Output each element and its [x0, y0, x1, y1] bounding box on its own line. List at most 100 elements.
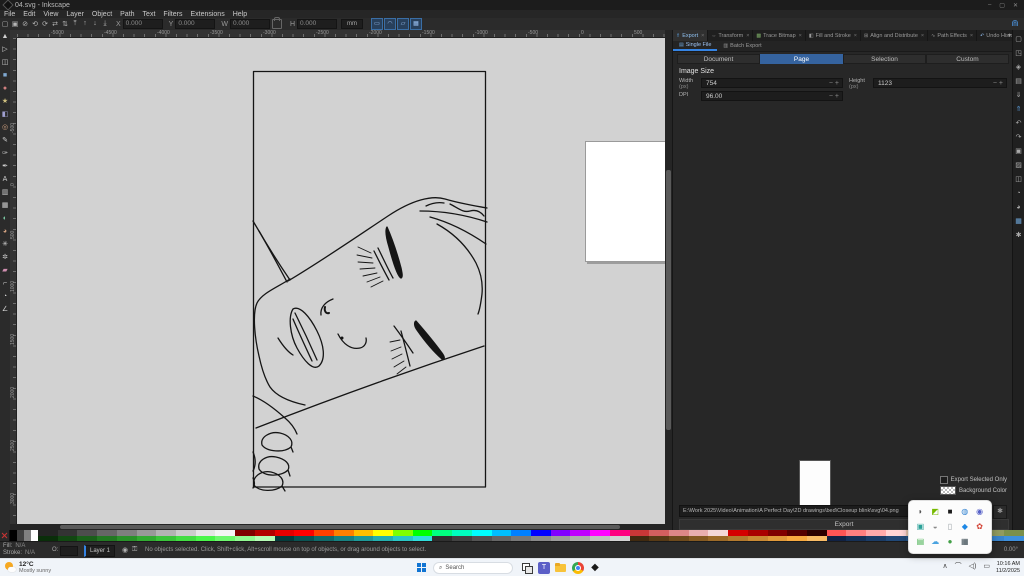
rotate-ccw-icon[interactable]: ⟲ [30, 20, 40, 28]
new-document-icon[interactable]: ▢ [1015, 33, 1022, 47]
dpi-steppers[interactable]: − + [829, 92, 839, 102]
task-view-icon[interactable] [521, 562, 533, 574]
nvidia-settings-icon[interactable]: ◩ [931, 507, 939, 517]
export-area-tab-page[interactable]: Page [760, 54, 843, 64]
background-color-swatch[interactable] [940, 486, 956, 495]
star-tool-icon[interactable]: ★ [2, 95, 8, 108]
scale-gradients-toggle-icon[interactable]: ▱ [397, 18, 409, 30]
measure-tool-icon[interactable]: ∠ [2, 303, 8, 316]
chevron-down-icon[interactable]: ▾ [1008, 32, 1011, 39]
rotate-cw-icon[interactable]: ⟳ [40, 20, 50, 28]
security-center-icon[interactable]: ✿ [976, 522, 983, 532]
menu-view[interactable]: View [39, 11, 62, 18]
connector-tool-icon[interactable]: ⌐ [3, 277, 7, 290]
recorder-icon[interactable]: ▦ [961, 537, 969, 547]
taskbar-clock[interactable]: 10:16 AM11/2/2025 [996, 561, 1020, 575]
snapping-toggle-icon[interactable]: ⋒ [1009, 18, 1021, 29]
teams-icon[interactable]: T [538, 562, 550, 574]
dialog-tab-transform[interactable]: ⇔Transform× [708, 30, 753, 41]
lower-to-bottom-icon[interactable]: ⤓ [100, 20, 110, 28]
undo-icon[interactable]: ↶ [1016, 117, 1022, 131]
redo-icon[interactable]: ↷ [1016, 131, 1022, 145]
save-document-icon[interactable]: ◈ [1016, 61, 1021, 75]
x-field[interactable]: 0.000 [123, 19, 163, 29]
w-field[interactable]: 0.000 [230, 19, 270, 29]
flip-horizontal-icon[interactable]: ⇄ [50, 20, 60, 28]
dialog-tab-export[interactable]: ⇑Export× [673, 30, 708, 41]
import-icon[interactable]: ⇓ [1016, 89, 1022, 103]
deselect-icon[interactable]: ⊘ [20, 20, 30, 28]
horizontal-ruler[interactable]: -5000-4500-4000-3500-3000-2500-2000-1500… [17, 30, 665, 38]
face-drawing[interactable] [17, 38, 665, 524]
mode-tab-batch-export[interactable]: ▥Batch Export [717, 41, 767, 51]
no-color-swatch[interactable] [0, 530, 10, 541]
raise-icon[interactable]: ↑ [80, 20, 90, 28]
dialog-tab-align-and-distribute[interactable]: ⊞Align and Distribute× [861, 30, 928, 41]
export-options-gear-icon[interactable]: ✱ [993, 505, 1007, 519]
palette-swatch[interactable] [17, 530, 24, 541]
taskbar-search[interactable]: ⌕ Search [433, 562, 513, 574]
scale-corners-toggle-icon[interactable]: ◠ [384, 18, 396, 30]
menu-filters[interactable]: Filters [159, 11, 186, 18]
fill-stroke-indicator[interactable]: Fill:N/A Stroke:N/A [3, 543, 35, 557]
menu-extensions[interactable]: Extensions [186, 11, 228, 18]
horizontal-scrollbar-thumb[interactable] [60, 525, 620, 529]
selector-tool-icon[interactable]: ▲ [2, 30, 9, 43]
calligraphy-tool-icon[interactable]: ✒ [2, 160, 8, 173]
palette-swatch[interactable] [31, 530, 38, 541]
lower-icon[interactable]: ↓ [90, 20, 100, 28]
hidden-icons-chevron[interactable]: ∧ [943, 562, 948, 570]
mouse-utility-icon[interactable]: ◗ [918, 507, 923, 517]
export-area-tab-selection[interactable]: Selection [843, 54, 926, 64]
dialog-tab-path-effects[interactable]: ∿Path Effects× [928, 30, 977, 41]
vpn-client-icon[interactable]: ● [948, 537, 953, 547]
volume-icon[interactable]: ◁) [969, 562, 977, 570]
minimize-button[interactable]: – [988, 2, 991, 9]
onedrive-icon[interactable]: ☁ [931, 537, 939, 547]
inkscape-taskbar-icon[interactable]: ◆ [589, 562, 601, 574]
input-switcher-icon[interactable]: ◒ [933, 522, 938, 532]
export-selected-only-checkbox[interactable] [940, 476, 948, 484]
menu-path[interactable]: Path [116, 11, 138, 18]
network-icon[interactable]: ⌒ [955, 561, 962, 571]
phone-link-icon[interactable]: ▯ [948, 522, 952, 532]
file-explorer-icon[interactable] [555, 562, 567, 574]
weather-widget[interactable]: 12°CMostly sunny [5, 561, 51, 574]
close-tab-icon[interactable]: × [746, 33, 749, 39]
select-all-layers-icon[interactable]: ▣ [10, 20, 20, 28]
scale-stroke-toggle-icon[interactable]: ▭ [371, 18, 383, 30]
close-tab-icon[interactable]: × [970, 33, 973, 39]
bezier-tool-icon[interactable]: ✑ [2, 147, 8, 160]
close-button[interactable]: ✕ [1013, 2, 1018, 9]
close-tab-icon[interactable]: × [701, 33, 704, 39]
menu-text[interactable]: Text [139, 11, 160, 18]
raise-to-top-icon[interactable]: ⤒ [70, 20, 80, 28]
gradient-tool-icon[interactable]: ▥ [2, 186, 9, 199]
copy-icon[interactable]: ▣ [1015, 145, 1022, 159]
mode-tab-single-file[interactable]: ▤Single File [673, 41, 717, 51]
sync-client-icon[interactable]: ▤ [917, 537, 925, 547]
layer-visibility-eye-icon[interactable]: ◉ [122, 546, 128, 554]
preferences-icon[interactable]: ✱ [1016, 229, 1022, 243]
update-service-icon[interactable]: ◍ [961, 507, 968, 517]
close-tab-icon[interactable]: × [921, 33, 924, 39]
palette-swatch[interactable] [10, 530, 17, 541]
select-all-icon[interactable]: ▢ [0, 20, 10, 28]
shape-builder-tool-icon[interactable]: ◫ [2, 56, 9, 69]
zoom-tool-icon[interactable]: ◔ [3, 290, 7, 303]
height-field[interactable]: 1123 − + [873, 78, 1007, 88]
dialog-tab-fill-and-stroke[interactable]: ◧Fill and Stroke× [806, 30, 861, 41]
spiral-tool-icon[interactable]: ◎ [2, 121, 8, 134]
menu-object[interactable]: Object [88, 11, 116, 18]
pencil-tool-icon[interactable]: ✎ [2, 134, 8, 147]
export-area-tab-document[interactable]: Document [677, 54, 760, 64]
text-tool-icon[interactable]: A [3, 173, 8, 186]
width-steppers[interactable]: − + [829, 79, 839, 89]
dpi-field[interactable]: 96.00 − + [701, 91, 843, 101]
display-driver-icon[interactable]: ■ [948, 507, 953, 517]
group-icon[interactable]: ▦ [1015, 215, 1022, 229]
export-area-tab-custom[interactable]: Custom [926, 54, 1009, 64]
maximize-button[interactable]: ▢ [999, 2, 1005, 9]
duplicate-icon[interactable]: ◫ [1015, 173, 1022, 187]
menu-layer[interactable]: Layer [62, 11, 88, 18]
